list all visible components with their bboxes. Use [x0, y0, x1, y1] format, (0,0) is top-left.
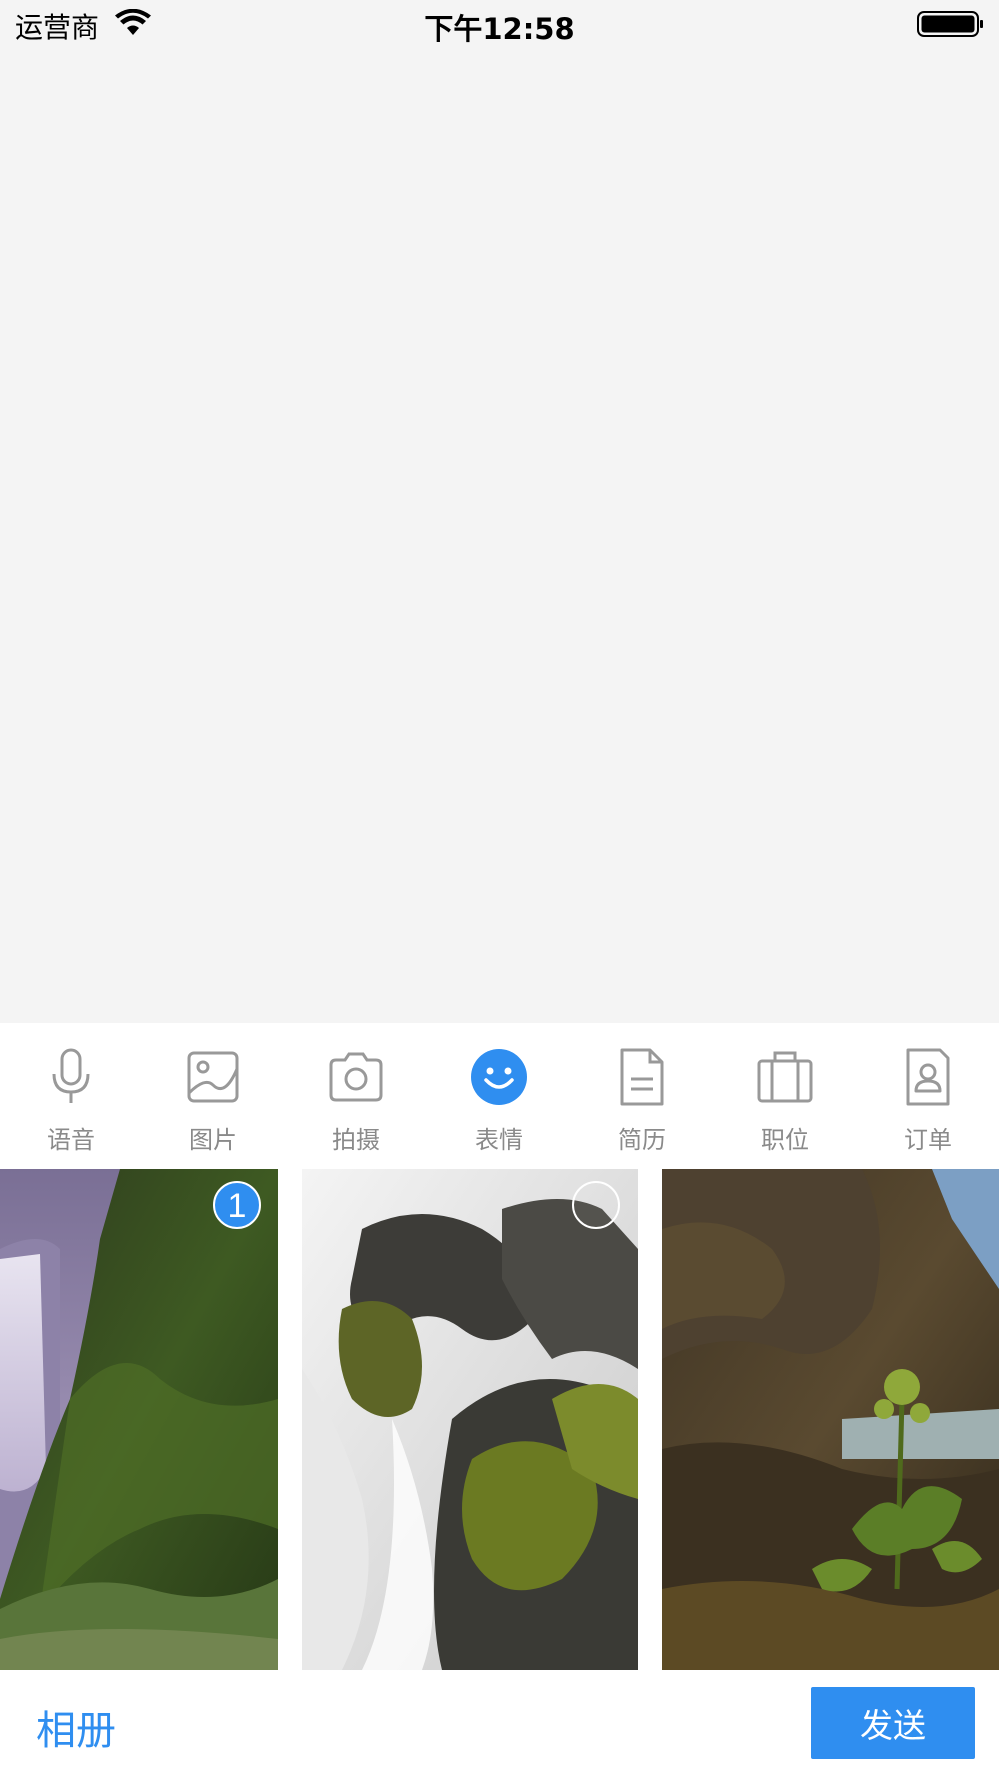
river-photo [302, 1169, 638, 1670]
camera-icon [329, 1052, 383, 1102]
photo-select-badge[interactable] [572, 1181, 620, 1229]
photo-picker-bottom-bar: 相册 发送 [0, 1670, 999, 1777]
tool-label: 拍摄 [332, 1126, 380, 1154]
status-time: 下午12:58 [424, 12, 575, 46]
order-icon [906, 1048, 950, 1106]
tool-label: 职位 [761, 1126, 809, 1154]
tool-label: 图片 [189, 1126, 237, 1154]
resume-icon [620, 1048, 664, 1106]
status-bar: 运营商 下午12:58 [0, 0, 999, 50]
tool-label: 订单 [904, 1126, 952, 1154]
photo-picker-strip[interactable]: 1 [0, 1169, 999, 1670]
photo-select-badge[interactable]: 1 [213, 1181, 261, 1229]
emoji-icon [471, 1049, 527, 1105]
tool-image[interactable]: 图片 [142, 1023, 284, 1169]
tool-label: 语音 [47, 1126, 95, 1154]
chat-toolbar: 语音 图片 拍摄 表情 简历 职位 订单 [0, 1023, 999, 1169]
album-link[interactable]: 相册 [36, 1698, 116, 1756]
photo-thumbnail-2[interactable] [302, 1169, 638, 1670]
send-button[interactable]: 发送 [811, 1687, 975, 1759]
tool-order[interactable]: 订单 [857, 1023, 999, 1169]
waterfall-photo [0, 1169, 278, 1670]
briefcase-icon [757, 1051, 813, 1103]
chat-message-area [0, 50, 999, 1023]
tool-job[interactable]: 职位 [714, 1023, 856, 1169]
image-icon [187, 1051, 239, 1103]
tool-emoji[interactable]: 表情 [428, 1023, 570, 1169]
chat-screen: 运营商 下午12:58 语音 图片 拍摄 表情 简历 职位 订单 1 相册 发送 [0, 0, 999, 1777]
microphone-icon [52, 1048, 90, 1103]
photo-thumbnail-3[interactable] [662, 1169, 999, 1670]
tool-label: 表情 [475, 1126, 523, 1154]
tool-voice[interactable]: 语音 [0, 1023, 142, 1169]
tool-label: 简历 [618, 1126, 666, 1154]
battery-icon [917, 11, 983, 37]
tool-camera[interactable]: 拍摄 [285, 1023, 427, 1169]
tool-resume[interactable]: 简历 [571, 1023, 713, 1169]
photo-thumbnail-1[interactable]: 1 [0, 1169, 278, 1670]
cliff-photo [662, 1169, 999, 1670]
